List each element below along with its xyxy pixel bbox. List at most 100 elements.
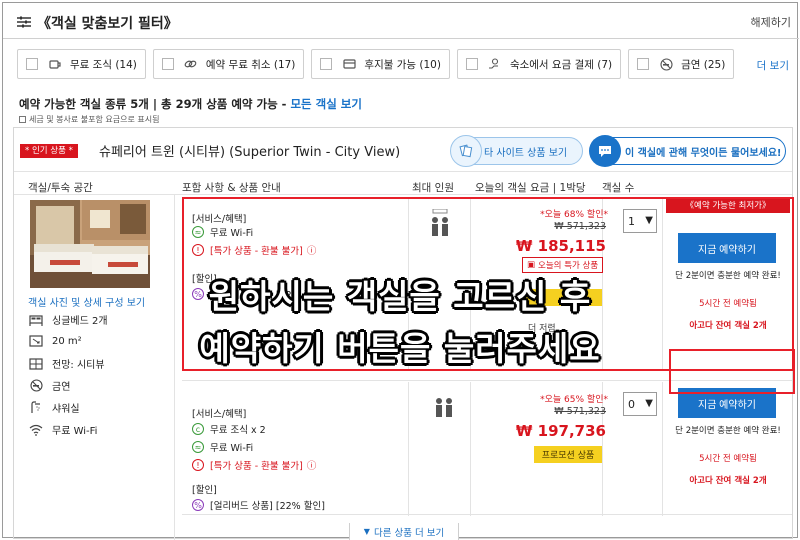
discount-label: [할인] — [192, 274, 217, 285]
room-header: * 인기 상품 * 슈페리어 트윈 (시티뷰) (Superior Twin -… — [14, 128, 792, 172]
no-smoking-icon — [28, 379, 44, 393]
more-filters-link[interactable]: 더 보기 — [757, 58, 789, 73]
hand-coin-icon — [488, 57, 502, 71]
promo-hidden-tag — [522, 289, 602, 306]
wifi-icon — [28, 423, 44, 437]
service-label: [특가 상품 - 환불 불가] — [210, 461, 303, 472]
service-nonrefundable: ! [특가 상품 - 환불 불가] ⓘ — [192, 243, 316, 257]
discount-item-label: [얼리버드 상품] [22% 할인] — [210, 501, 325, 512]
popular-badge: * 인기 상품 * — [20, 144, 78, 158]
rooms-remaining: 아고다 잔여 객실 2개 — [689, 321, 767, 331]
service-wifi: ≈ 무료 Wi-Fi — [192, 440, 253, 454]
warning-icon: ! — [192, 244, 204, 256]
lowest-price-tag: 《예약 가능한 최저가》 — [666, 197, 790, 213]
filter-header: 《객실 맞춤보기 필터》 해제하기 — [3, 3, 799, 39]
filter-chip-label: 무료 조식 (14) — [70, 58, 137, 71]
divider — [14, 194, 792, 195]
deal-icon: ▣ — [527, 260, 536, 270]
room-count-select[interactable]: 0 ▼ — [623, 392, 657, 416]
area-icon — [28, 334, 44, 348]
discount-text: *오늘 65% 할인* — [540, 395, 608, 405]
filter-chip-non-smoking[interactable]: 금연 (25) — [628, 49, 735, 79]
other-site-button[interactable]: 타 사이트 상품 보기 — [450, 135, 583, 167]
checkbox[interactable] — [26, 58, 38, 70]
feature-label: 싱글베드 2개 — [52, 316, 108, 327]
feature-label: 샤워실 — [52, 404, 80, 415]
service-nonrefundable: ! [특가 상품 - 환불 불가] ⓘ — [192, 458, 316, 472]
filter-chip-pay-at-property[interactable]: 숙소에서 요금 결제 (7) — [456, 49, 622, 79]
filter-sliders-icon — [17, 16, 31, 28]
services-label: [서비스/혜택] — [192, 214, 247, 225]
divider — [182, 380, 792, 381]
service-breakfast: c 무료 조식 x 2 — [192, 422, 266, 436]
feature-beds: 싱글베드 2개 — [28, 312, 108, 327]
discount-item-label: [얼리버드 상품] [22% 할인] — [210, 290, 325, 301]
service-label: 무료 Wi-Fi — [210, 228, 254, 239]
chevron-down-icon: ▼ — [645, 398, 653, 409]
two-guests-icon — [432, 209, 448, 236]
offer-row-2: [서비스/혜택] c 무료 조식 x 2 ≈ 무료 Wi-Fi ! [특가 상품… — [182, 382, 792, 516]
feature-label: 금연 — [52, 382, 71, 393]
feature-label: 20 m² — [52, 335, 82, 347]
rooms-remaining: 아고다 잔여 객실 2개 — [689, 476, 767, 486]
book-now-button-2[interactable]: 지금 예약하기 — [678, 388, 776, 418]
other-site-label: 타 사이트 상품 보기 — [484, 147, 568, 159]
divider — [174, 194, 175, 540]
promotion-tag: 프로모션 상품 — [534, 446, 602, 463]
room-photo[interactable] — [30, 200, 150, 288]
service-label: 무료 Wi-Fi — [210, 443, 254, 454]
badge-icon: % — [192, 499, 204, 511]
room-card: * 인기 상품 * 슈페리어 트윈 (시티뷰) (Superior Twin -… — [13, 127, 795, 540]
column-header-includes: 포함 사항 & 상품 안내 — [182, 182, 281, 194]
feature-label: 무료 Wi-Fi — [52, 426, 98, 437]
checkbox[interactable] — [465, 58, 478, 70]
recent-booking: 5시간 전 예약됨 — [699, 299, 757, 309]
chevron-down-icon: ▼ — [645, 215, 653, 226]
wifi-icon: ≈ — [192, 226, 204, 238]
page-frame: 《객실 맞춤보기 필터》 해제하기 무료 조식 (14) 예약 무료 취소 (1… — [2, 2, 799, 540]
current-price: ₩ 197,736 — [515, 422, 606, 440]
room-photo-link[interactable]: 객실 사진 및 상세 구성 보기 — [28, 294, 145, 309]
column-header-room: 객실/투숙 공간 — [28, 182, 93, 194]
more-products-button[interactable]: ▼ 다른 상품 더 보기 — [349, 523, 459, 540]
shower-icon — [28, 401, 44, 415]
checkbox[interactable] — [161, 58, 174, 70]
cheaper-text: 더 저렴 — [528, 324, 556, 334]
discount-early-bird: % [얼리버드 상품] [22% 할인] — [192, 498, 325, 512]
booking-note: 단 2분이면 충분한 예약 완료! — [675, 426, 781, 436]
wifi-icon: ≈ — [192, 441, 204, 453]
checkbox[interactable] — [637, 58, 650, 70]
feature-area: 20 m² — [28, 334, 82, 348]
filter-chip-pay-later[interactable]: 후지불 가능 (10) — [311, 49, 450, 79]
info-icon[interactable]: ⓘ — [307, 243, 317, 257]
filter-chip-free-cancel[interactable]: 예약 무료 취소 (17) — [152, 49, 305, 79]
ask-question-button[interactable]: 이 객실에 관해 무엇이든 물어보세요! — [589, 135, 786, 167]
today-deal-label: 오늘의 특가 상품 — [538, 261, 599, 271]
column-header-rooms: 객실 수 — [602, 182, 635, 194]
chevron-down-icon: ▼ — [363, 527, 370, 536]
room-count-select[interactable]: 1 ▼ — [623, 209, 657, 233]
compare-icon — [450, 135, 482, 167]
booking-note: 단 2분이면 충분한 예약 완료! — [675, 271, 781, 281]
room-count-value: 1 — [628, 214, 635, 228]
book-now-button-1[interactable]: 지금 예약하기 — [678, 233, 776, 263]
filter-chip-label: 금연 (25) — [681, 58, 726, 71]
filter-chip-label: 후지불 가능 (10) — [364, 58, 441, 71]
view-icon — [28, 357, 44, 371]
summary-text: 예약 가능한 객실 종류 5개 | 총 29개 상품 예약 가능 - — [19, 97, 291, 111]
filter-chips: 무료 조식 (14) 예약 무료 취소 (17) 후지불 가능 (10) 숙소에… — [17, 49, 735, 79]
view-all-rooms-link[interactable]: 모든 객실 보기 — [290, 97, 362, 111]
link-icon — [184, 57, 198, 71]
checkbox[interactable] — [320, 58, 333, 70]
info-icon[interactable]: ⓘ — [307, 458, 317, 472]
services-label: [서비스/혜택] — [192, 409, 247, 420]
old-price: ₩ 571,323 — [554, 221, 606, 232]
discount-early-bird: % [얼리버드 상품] [22% 할인] — [192, 287, 325, 301]
room-name: 슈페리어 트윈 (시티뷰) (Superior Twin - City View… — [99, 145, 401, 160]
filter-chip-free-breakfast[interactable]: 무료 조식 (14) — [17, 49, 146, 79]
service-wifi: ≈ 무료 Wi-Fi — [192, 225, 253, 239]
current-price: ₩ 185,115 — [515, 237, 606, 255]
two-guests-icon — [436, 398, 452, 417]
reset-filters-link[interactable]: 해제하기 — [751, 14, 791, 30]
discount-label: [할인] — [192, 485, 217, 496]
